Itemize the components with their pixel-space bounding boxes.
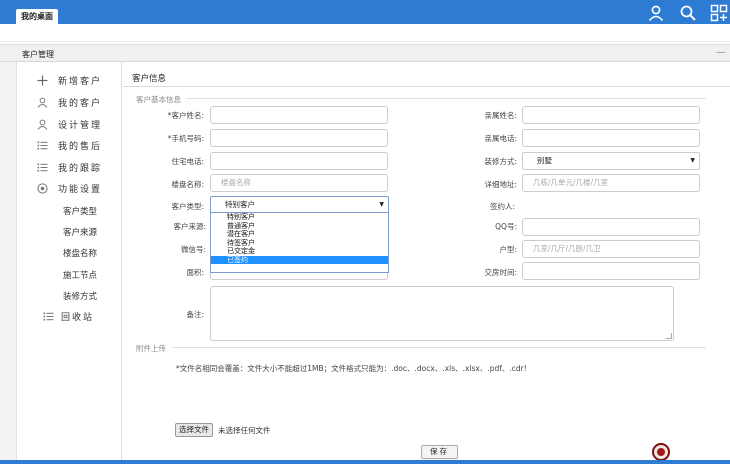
file-status: 未选择任何文件: [218, 426, 271, 435]
sidebar-subitem-building-name[interactable]: 楼盘名称: [63, 247, 97, 259]
section-basic-info: 客户基本信息: [136, 95, 181, 104]
building-name-input[interactable]: 楼盘名称: [210, 174, 388, 192]
left-strip: [0, 62, 17, 460]
label-qq: QQ号:: [495, 222, 517, 231]
main-header: 客户信息: [123, 67, 730, 87]
sidebar-item-recycle-bin[interactable]: 回收站: [43, 308, 94, 324]
top-bar: 我的桌面: [0, 0, 730, 24]
customer-type-dropdown[interactable]: 特别客户 普通客户 潜在客户 待签客户 已交定金 已签约: [210, 212, 389, 273]
save-button[interactable]: 保存: [421, 445, 458, 459]
chevron-down-icon: ▼: [690, 157, 695, 164]
label-customer-name: *客户姓名:: [167, 111, 204, 120]
customer-name-input[interactable]: [210, 106, 388, 124]
settings-icon: [37, 182, 48, 194]
choose-file-button[interactable]: 选择文件: [175, 423, 213, 437]
panel-header: 客户管理 —: [0, 44, 730, 62]
sub-bar: [0, 24, 730, 42]
section-attachments: 附件上传: [136, 344, 166, 353]
list-icon: [37, 140, 48, 151]
label-signer: 签约人:: [489, 202, 515, 211]
dropdown-option[interactable]: 潜在客户: [211, 230, 388, 239]
sidebar-subitem-decoration-method[interactable]: 装修方式: [63, 290, 97, 302]
family-phone-input[interactable]: [522, 129, 700, 147]
delivery-time-input[interactable]: [522, 262, 700, 280]
page-title: 客户信息: [132, 74, 167, 84]
decoration-method-value: 别墅: [537, 156, 552, 165]
label-remark: 备注:: [186, 310, 204, 319]
sidebar-item-add-customer[interactable]: 新增客户: [37, 72, 102, 88]
upload-note: *文件名相同会覆盖：文件大小不能超过1MB；文件格式只能为：.doc、.docx…: [176, 364, 527, 373]
remark-textarea[interactable]: [210, 286, 674, 341]
label-wechat: 微信号:: [180, 245, 206, 254]
sidebar-item-label: 我的跟踪: [58, 163, 103, 174]
label-family-name: 亲属姓名:: [484, 111, 517, 120]
sidebar-item-design-management[interactable]: 设计管理: [37, 116, 102, 132]
section-divider: [172, 347, 706, 348]
family-name-input[interactable]: [522, 106, 700, 124]
label-delivery-time: 交房时间:: [484, 268, 517, 277]
list-icon: [43, 311, 54, 322]
list-icon: [37, 162, 48, 173]
sidebar-item-label: 回收站: [61, 312, 95, 323]
sidebar-subitem-customer-type[interactable]: 客户类型: [63, 205, 97, 217]
plus-icon: [37, 75, 48, 86]
label-customer-type: 客户类型:: [171, 202, 204, 211]
qq-input[interactable]: [522, 218, 700, 236]
sidebar-subitem-construction-node[interactable]: 施工节点: [63, 269, 97, 281]
dropdown-option[interactable]: 待签客户: [211, 239, 388, 248]
sidebar-item-label: 我的售后: [58, 141, 103, 152]
dropdown-option[interactable]: 已交定金: [211, 247, 388, 256]
minimize-button[interactable]: —: [716, 45, 726, 61]
house-type-input[interactable]: 几室/几厅/几厨/几卫: [522, 240, 700, 258]
sidebar: 新增客户 我的客户 设计管理 我的售后 我的跟踪 功能设置 客户类型 客户来源 …: [17, 62, 122, 460]
label-area: 面积:: [186, 268, 204, 277]
detail-address-input[interactable]: 几栋/几单元/几楼/几室: [522, 174, 700, 192]
mobile-input[interactable]: [210, 129, 388, 147]
user-icon: [37, 119, 48, 130]
label-decoration-method: 装修方式:: [484, 157, 517, 166]
label-mobile: *手机号码:: [167, 134, 204, 143]
user-icon: [37, 97, 48, 108]
label-house-type: 户型:: [499, 245, 517, 254]
sidebar-item-label: 我的客户: [58, 98, 103, 109]
panel-title: 客户管理: [22, 50, 54, 59]
decoration-method-select[interactable]: 别墅 ▼: [522, 152, 700, 170]
seal-icon: [652, 443, 670, 461]
home-phone-input[interactable]: [210, 152, 388, 170]
dropdown-option[interactable]: 普通客户: [211, 222, 388, 231]
dropdown-option-selected[interactable]: 已签约: [211, 255, 388, 264]
label-building-name: 楼盘名称:: [171, 180, 204, 189]
search-icon[interactable]: [679, 4, 697, 22]
apps-icon[interactable]: [710, 4, 728, 22]
label-detail-address: 详细地址:: [484, 180, 517, 189]
sidebar-item-my-tracking[interactable]: 我的跟踪: [37, 159, 102, 175]
label-customer-source: 客户来源:: [173, 222, 206, 231]
section-divider: [186, 98, 706, 99]
sidebar-item-label: 功能设置: [58, 184, 103, 195]
sidebar-item-function-settings[interactable]: 功能设置: [37, 180, 102, 196]
sidebar-item-label: 设计管理: [58, 120, 103, 131]
sidebar-item-my-after-sales[interactable]: 我的售后: [37, 137, 102, 153]
customer-type-value: 特别客户: [225, 200, 255, 209]
bottom-bar: [0, 460, 730, 464]
label-family-phone: 亲属电话:: [484, 134, 517, 143]
chevron-down-icon: ▼: [379, 201, 384, 208]
sidebar-item-my-customers[interactable]: 我的客户: [37, 94, 102, 110]
tab-my-desktop[interactable]: 我的桌面: [16, 9, 58, 24]
user-icon[interactable]: [647, 4, 665, 22]
sidebar-subitem-customer-source[interactable]: 客户来源: [63, 226, 97, 238]
resize-handle[interactable]: [666, 333, 672, 339]
label-home-phone: 住宅电话:: [171, 157, 204, 166]
dropdown-option[interactable]: 特别客户: [211, 213, 388, 222]
sidebar-item-label: 新增客户: [58, 76, 103, 87]
